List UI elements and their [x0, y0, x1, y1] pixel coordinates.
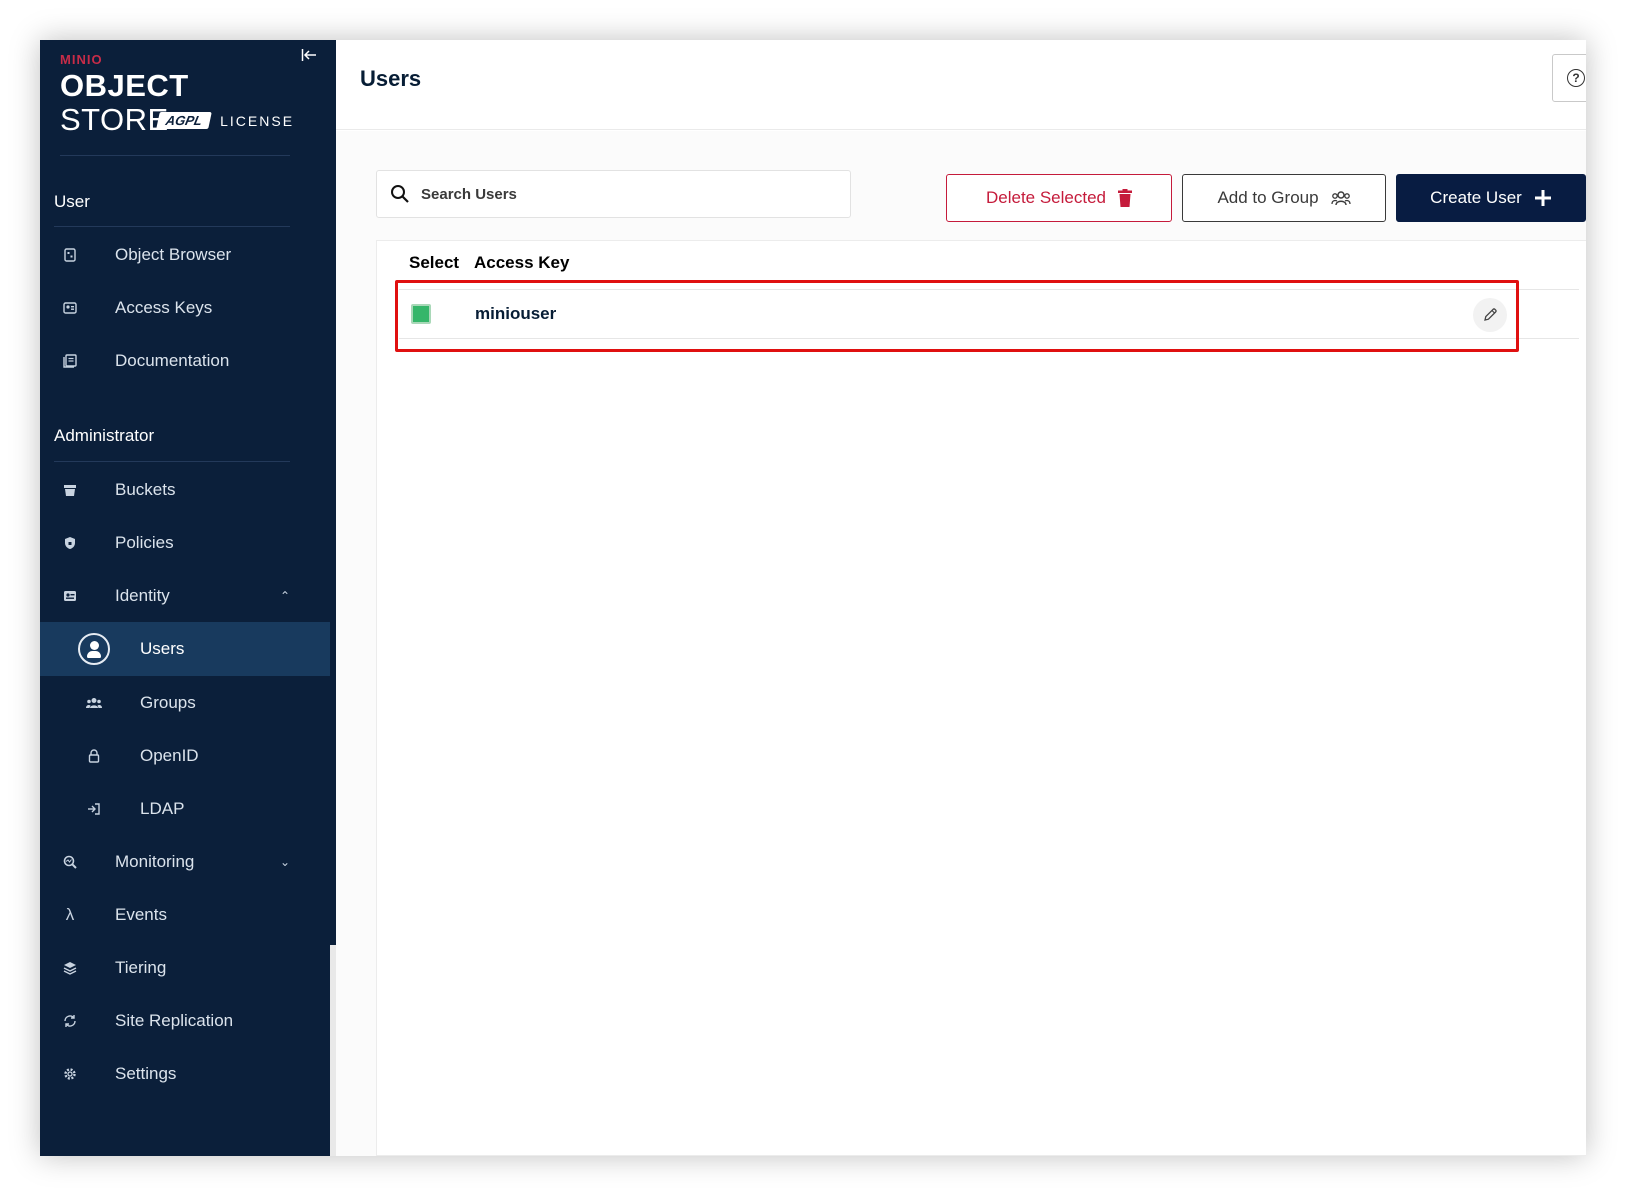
sidebar-item-label: LDAP: [140, 799, 185, 818]
license-badge: AGPL LICENSE: [156, 112, 295, 129]
section-divider: [54, 461, 290, 462]
sidebar-item-label: Documentation: [115, 351, 230, 370]
add-to-group-button[interactable]: Add to Group: [1182, 174, 1386, 222]
logo: MINIO OBJECT STORE AGPL LICENSE: [60, 52, 300, 142]
license-text: LICENSE: [220, 112, 295, 129]
chevron-up-icon[interactable]: ⌃: [280, 589, 290, 603]
trash-icon: [1118, 189, 1133, 207]
sidebar-item-monitoring[interactable]: Monitoring ⌄: [40, 835, 330, 889]
search-users-box: [376, 170, 851, 218]
lambda-icon: λ: [65, 905, 75, 924]
section-divider: [54, 226, 290, 227]
add-to-group-label: Add to Group: [1217, 188, 1319, 207]
collapse-left-icon: [301, 49, 316, 61]
groups-icon: [84, 693, 104, 713]
sidebar-item-users[interactable]: Users: [40, 622, 330, 676]
delete-selected-label: Delete Selected: [985, 188, 1107, 207]
tiers-icon: [60, 958, 80, 978]
logo-divider: [60, 155, 290, 156]
help-button[interactable]: ?: [1552, 54, 1586, 102]
help-icon: ?: [1567, 69, 1585, 87]
section-title-administrator: Administrator: [54, 426, 155, 445]
access-key-cell[interactable]: miniouser: [475, 304, 556, 324]
bucket-icon: [60, 480, 80, 500]
identity-icon: [60, 586, 80, 606]
sidebar-item-groups[interactable]: Groups: [40, 676, 330, 730]
collapse-sidebar-button[interactable]: [298, 44, 320, 66]
user-circle-icon: [78, 633, 110, 665]
sidebar-item-label: Monitoring: [115, 852, 195, 871]
object-browser-icon: [60, 245, 80, 265]
sidebar-item-object-browser[interactable]: Object Browser: [40, 228, 330, 282]
access-keys-icon: [60, 298, 80, 318]
sidebar-item-label: Events: [115, 905, 167, 924]
sidebar-item-label: OpenID: [140, 746, 199, 765]
sidebar-item-openid[interactable]: OpenID: [40, 729, 330, 783]
sidebar-item-access-keys[interactable]: Access Keys: [40, 281, 330, 335]
groups-icon: [1330, 191, 1351, 206]
sidebar-item-label: Policies: [115, 533, 174, 552]
page-header: Users ?: [336, 40, 1586, 130]
sidebar-item-label: Buckets: [115, 480, 176, 499]
sidebar-item-label: Access Keys: [115, 298, 213, 317]
search-input[interactable]: [421, 179, 821, 209]
gear-icon: [60, 1064, 80, 1084]
create-user-button[interactable]: Create User: [1396, 174, 1586, 222]
users-table: Select Access Key miniouser: [376, 240, 1586, 1156]
sidebar-item-buckets[interactable]: Buckets: [40, 463, 330, 517]
app-window: MINIO OBJECT STORE AGPL LICENSE User Obj…: [40, 40, 1586, 1156]
column-header-access-key[interactable]: Access Key: [474, 253, 569, 273]
sidebar-item-events[interactable]: λ Events: [40, 888, 330, 942]
logo-store: STORE: [60, 102, 169, 137]
edit-user-button[interactable]: [1473, 298, 1507, 332]
agpl-badge: AGPL: [156, 112, 212, 129]
page-title: Users: [360, 66, 422, 91]
sidebar-item-settings[interactable]: Settings: [40, 1047, 330, 1101]
sidebar-item-label: Groups: [140, 693, 196, 712]
table-row[interactable]: miniouser: [399, 289, 1579, 339]
delete-selected-button[interactable]: Delete Selected: [946, 174, 1172, 222]
section-title-user: User: [54, 192, 90, 211]
sidebar-item-ldap[interactable]: LDAP: [40, 782, 330, 836]
sidebar-item-tiering[interactable]: Tiering: [40, 941, 330, 995]
row-select-checkbox[interactable]: [411, 304, 431, 324]
create-user-label: Create User: [1430, 188, 1522, 207]
column-header-select: Select: [409, 253, 460, 272]
chevron-down-icon[interactable]: ⌄: [280, 855, 290, 869]
sidebar-item-identity[interactable]: Identity ⌃: [40, 569, 330, 623]
logo-minio: MINIO: [60, 52, 103, 67]
sidebar-item-label: Site Replication: [115, 1011, 234, 1030]
plus-icon: [1534, 190, 1551, 206]
search-icon: [391, 185, 409, 203]
sidebar-item-label: Settings: [115, 1064, 177, 1083]
monitoring-icon: [60, 852, 80, 872]
main-content: Users ? Delete Selected Add to Group Cre…: [336, 40, 1586, 1156]
sidebar-item-label: Object Browser: [115, 245, 232, 264]
sidebar-item-label: Users: [140, 639, 185, 658]
pencil-icon: [1484, 308, 1497, 321]
lock-icon: [84, 746, 104, 766]
sidebar-item-site-replication[interactable]: Site Replication: [40, 994, 330, 1048]
sidebar-item-label: Identity: [115, 586, 170, 605]
login-icon: [84, 799, 104, 819]
sidebar: MINIO OBJECT STORE AGPL LICENSE User Obj…: [40, 40, 330, 1156]
logo-object: OBJECT: [60, 68, 189, 103]
documentation-icon: [60, 351, 80, 371]
sidebar-item-policies[interactable]: Policies: [40, 516, 330, 570]
sidebar-item-documentation[interactable]: Documentation: [40, 334, 330, 388]
replication-icon: [60, 1011, 80, 1031]
sidebar-item-label: Tiering: [115, 958, 167, 977]
policy-shield-icon: [60, 533, 80, 553]
